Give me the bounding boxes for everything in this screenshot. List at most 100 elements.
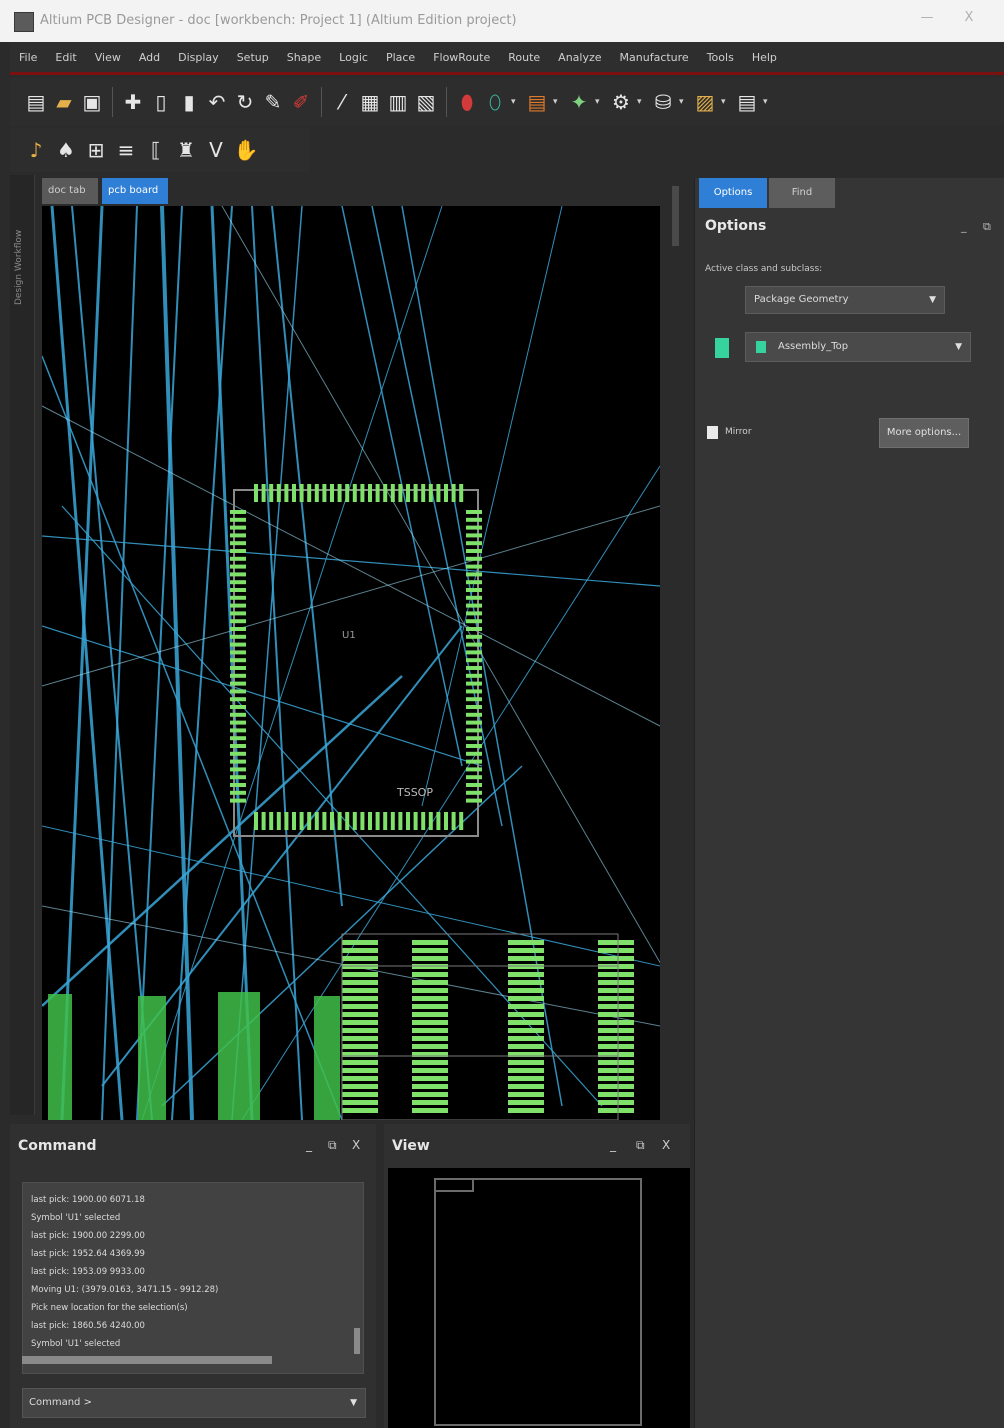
bus-icon[interactable]: ≡	[114, 136, 138, 164]
save-icon[interactable]: ▣	[80, 88, 104, 116]
bracket-icon[interactable]: ⟦	[144, 136, 168, 164]
close-button[interactable]: X	[958, 10, 980, 30]
menu-place[interactable]: Place	[377, 51, 424, 64]
add-icon[interactable]: ✚	[121, 88, 145, 116]
panel-float-button[interactable]: ⧉	[328, 1138, 337, 1153]
red-net-icon[interactable]: ⬮	[455, 88, 479, 116]
panel-minimize-button[interactable]: _	[961, 220, 967, 233]
via-icon[interactable]: ⊞	[84, 136, 108, 164]
menu-analyze[interactable]: Analyze	[549, 51, 610, 64]
chevron-down-icon[interactable]: ▾	[637, 97, 647, 107]
trash-icon[interactable]: ♜	[174, 136, 198, 164]
pad-icon[interactable]: ♠	[54, 136, 78, 164]
menu-manufacture[interactable]: Manufacture	[611, 51, 698, 64]
subclass-select[interactable]: Assembly_Top ▼	[745, 332, 971, 362]
viewport-indicator[interactable]	[434, 1178, 474, 1192]
delete-icon[interactable]: ▮	[177, 88, 201, 116]
menu-logic[interactable]: Logic	[330, 51, 377, 64]
command-panel-title: Command	[18, 1138, 97, 1154]
probe2-icon[interactable]: ✐	[289, 88, 313, 116]
probe-icon[interactable]: ✎	[261, 88, 285, 116]
teal-net-icon[interactable]: ⬯	[483, 88, 507, 116]
title-bar: Altium PCB Designer - doc [workbench: Pr…	[0, 0, 1004, 42]
hand-icon[interactable]: ✋	[234, 136, 259, 164]
document-tab-active[interactable]: pcb board	[102, 178, 168, 204]
minimize-button[interactable]: —	[916, 10, 938, 30]
pad	[230, 525, 246, 530]
panel-minimize-button[interactable]: _	[306, 1138, 312, 1152]
panel-float-button[interactable]: ⧉	[983, 220, 991, 234]
menu-shape[interactable]: Shape	[278, 51, 330, 64]
chevron-down-icon[interactable]: ▾	[595, 97, 605, 107]
new-file-icon[interactable]: ▤	[24, 88, 48, 116]
command-input[interactable]: Command > ▼	[22, 1388, 366, 1418]
chevron-down-icon[interactable]: ▾	[721, 97, 731, 107]
pad	[466, 767, 482, 772]
component-icon[interactable]: ▦	[358, 88, 382, 116]
canvas-vertical-scrollbar[interactable]	[670, 180, 682, 1120]
trace-icon[interactable]: ♪	[24, 136, 48, 164]
menu-route[interactable]: Route	[499, 51, 549, 64]
panel-close-button[interactable]: X	[352, 1138, 360, 1152]
pad	[292, 812, 296, 830]
panel-float-button[interactable]: ⧉	[636, 1138, 645, 1153]
scrollbar-thumb[interactable]	[672, 186, 679, 246]
menu-setup[interactable]: Setup	[228, 51, 278, 64]
log-vertical-scrollbar[interactable]	[354, 1328, 360, 1354]
tab-options[interactable]: Options	[699, 178, 767, 208]
footprint-icon[interactable]: ▧	[414, 88, 438, 116]
menu-tools[interactable]: Tools	[698, 51, 743, 64]
pad	[466, 775, 482, 780]
open-folder-icon[interactable]: ▰	[52, 88, 76, 116]
pad	[398, 812, 403, 830]
redo-icon[interactable]: ↻	[233, 88, 257, 116]
highlight-icon[interactable]: ✦	[567, 88, 591, 116]
menu-file[interactable]: File	[10, 51, 46, 64]
world-view-canvas[interactable]	[388, 1168, 690, 1428]
panel-minimize-button[interactable]: _	[610, 1138, 616, 1152]
settings-gear-icon[interactable]: ⚙	[609, 88, 633, 116]
menu-flowroute[interactable]: FlowRoute	[424, 51, 499, 64]
pad	[230, 650, 246, 655]
pad	[230, 736, 246, 741]
menu-add[interactable]: Add	[130, 51, 169, 64]
document-tab-inactive[interactable]: doc tab	[42, 178, 98, 204]
pad	[337, 812, 342, 830]
more-options-button[interactable]: More options...	[879, 418, 969, 448]
copy-icon[interactable]: ▯	[149, 88, 173, 116]
pad	[466, 588, 482, 592]
document-icon[interactable]: ▨	[693, 88, 717, 116]
menu-edit[interactable]: Edit	[46, 51, 85, 64]
tab-find[interactable]: Find	[769, 178, 835, 208]
chevron-down-icon[interactable]: ▾	[553, 97, 563, 107]
pad	[342, 1012, 378, 1017]
report-icon[interactable]: ▤	[735, 88, 759, 116]
board-outline	[434, 1178, 642, 1426]
library-icon[interactable]: ▥	[386, 88, 410, 116]
design-workflow-tab[interactable]: Design Workflow	[14, 185, 28, 305]
route-icon[interactable]: ⁄	[330, 88, 354, 116]
menu-help[interactable]: Help	[743, 51, 786, 64]
log-line: Pick new location for the selection(s)	[31, 1303, 188, 1313]
pcb-canvas[interactable]: TSSOP U1	[42, 206, 660, 1120]
panel-close-button[interactable]: X	[662, 1138, 670, 1152]
undo-icon[interactable]: ↶	[205, 88, 229, 116]
class-select[interactable]: Package Geometry ▼	[745, 286, 945, 314]
chevron-down-icon[interactable]: ▾	[511, 97, 521, 107]
left-dock-strip: Design Workflow	[10, 175, 35, 1115]
layer-color-swatch[interactable]	[715, 338, 729, 358]
mirror-checkbox[interactable]	[707, 426, 718, 439]
pad	[230, 564, 246, 569]
layer-stack-icon[interactable]: ▤	[525, 88, 549, 116]
menu-display[interactable]: Display	[169, 51, 228, 64]
menu-view[interactable]: View	[86, 51, 130, 64]
chevron-down-icon[interactable]: ▾	[679, 97, 689, 107]
log-horizontal-scrollbar[interactable]	[22, 1356, 272, 1364]
chevron-down-icon[interactable]: ▾	[763, 97, 773, 107]
pad	[230, 798, 246, 803]
v-icon[interactable]: V	[204, 136, 228, 164]
package-icon[interactable]: ⛁	[651, 88, 675, 116]
command-input-value: Command >	[29, 1397, 92, 1408]
options-dock: Options Find Options _ ⧉ Active class an…	[694, 178, 1004, 1428]
pad	[466, 603, 482, 608]
